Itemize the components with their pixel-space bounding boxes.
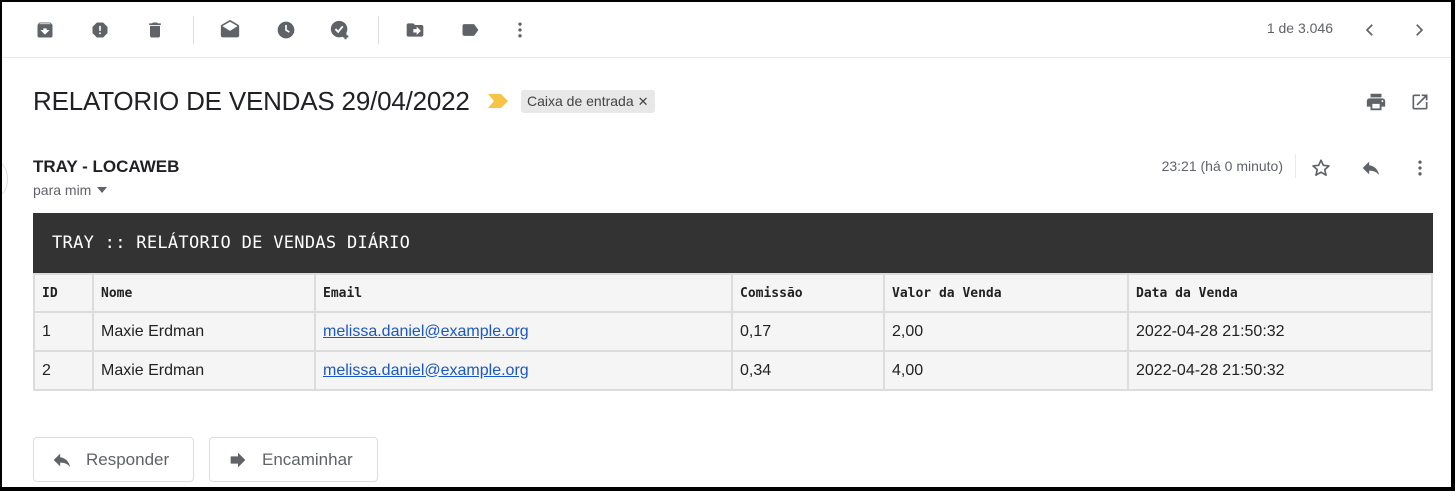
column-header-valor: Valor da Venda: [883, 273, 1129, 313]
forward-button-label: Encaminhar: [262, 449, 353, 469]
cell-email: melissa.daniel@example.org: [314, 311, 733, 352]
cell-data: 2022-04-28 21:50:32: [1127, 350, 1433, 391]
caret-down-icon: [97, 187, 108, 193]
email-subject: RELATORIO DE VENDAS 29/04/2022: [33, 86, 470, 116]
cell-id: 2: [33, 350, 94, 391]
cell-valor: 4,00: [883, 350, 1129, 391]
table-header-row: ID Nome Email Comissão Valor da Venda Da…: [33, 273, 1433, 313]
reply-button[interactable]: Responder: [33, 437, 194, 482]
star-icon[interactable]: [1305, 152, 1337, 184]
open-in-new-window-icon[interactable]: [1406, 88, 1434, 116]
table-row: 2 Maxie Erdman melissa.daniel@example.or…: [33, 350, 1433, 391]
recipient-text: para mim: [33, 182, 92, 198]
important-marker-icon[interactable]: [488, 94, 508, 113]
cell-comissao: 0,17: [731, 311, 885, 352]
cell-id: 1: [33, 311, 94, 352]
table-row: 1 Maxie Erdman melissa.daniel@example.or…: [33, 311, 1433, 352]
more-vert-icon[interactable]: [504, 14, 536, 46]
report-title: TRAY :: RELÁTORIO DE VENDAS DIÁRIO: [33, 213, 1433, 273]
forward-arrow-icon: [230, 452, 246, 467]
cell-data: 2022-04-28 21:50:32: [1127, 311, 1433, 352]
column-header-email: Email: [314, 273, 733, 313]
snooze-icon[interactable]: [270, 14, 302, 46]
email-view: 1 de 3.046 RELATORIO DE VENDAS 29/04/202…: [2, 2, 1451, 487]
cell-nome: Maxie Erdman: [92, 350, 316, 391]
move-to-icon[interactable]: [399, 14, 431, 46]
column-header-comissao: Comissão: [731, 273, 885, 313]
message-time: 23:21 (há 0 minuto): [1161, 158, 1283, 174]
archive-icon[interactable]: [29, 14, 61, 46]
print-icon[interactable]: [1362, 88, 1390, 116]
sender-name[interactable]: TRAY - LOCAWEB: [33, 157, 179, 177]
reply-icon[interactable]: [1355, 152, 1387, 184]
forward-button[interactable]: Encaminhar: [209, 437, 378, 482]
sales-table: ID Nome Email Comissão Valor da Venda Da…: [33, 273, 1433, 391]
inbox-label-chip: Caixa de entrada ✕: [521, 90, 655, 113]
message-counter: 1 de 3.046: [1266, 20, 1333, 36]
collapse-handle: [2, 162, 8, 196]
cell-comissao: 0,34: [731, 350, 885, 391]
report-spam-icon[interactable]: [84, 14, 116, 46]
column-header-data: Data da Venda: [1127, 273, 1433, 313]
remove-label-icon[interactable]: ✕: [638, 90, 649, 113]
email-link[interactable]: melissa.daniel@example.org: [323, 362, 529, 379]
email-link[interactable]: melissa.daniel@example.org: [323, 323, 529, 340]
add-task-icon[interactable]: [324, 14, 356, 46]
toolbar: 1 de 3.046: [2, 2, 1451, 58]
inbox-label-text: Caixa de entrada: [527, 93, 634, 109]
message-more-icon[interactable]: [1404, 152, 1436, 184]
cell-valor: 2,00: [883, 311, 1129, 352]
delete-icon[interactable]: [139, 14, 171, 46]
cell-email: melissa.daniel@example.org: [314, 350, 733, 391]
reply-arrow-icon: [53, 453, 71, 467]
column-header-nome: Nome: [92, 273, 316, 313]
chevron-right-icon[interactable]: [1403, 14, 1435, 46]
cell-nome: Maxie Erdman: [92, 311, 316, 352]
chevron-left-icon[interactable]: [1354, 14, 1386, 46]
label-icon[interactable]: [454, 14, 486, 46]
mark-unread-icon[interactable]: [214, 14, 246, 46]
reply-button-label: Responder: [86, 449, 170, 469]
sales-report: TRAY :: RELÁTORIO DE VENDAS DIÁRIO ID No…: [33, 213, 1433, 391]
recipient-details[interactable]: para mim: [33, 182, 108, 198]
column-header-id: ID: [33, 273, 94, 313]
